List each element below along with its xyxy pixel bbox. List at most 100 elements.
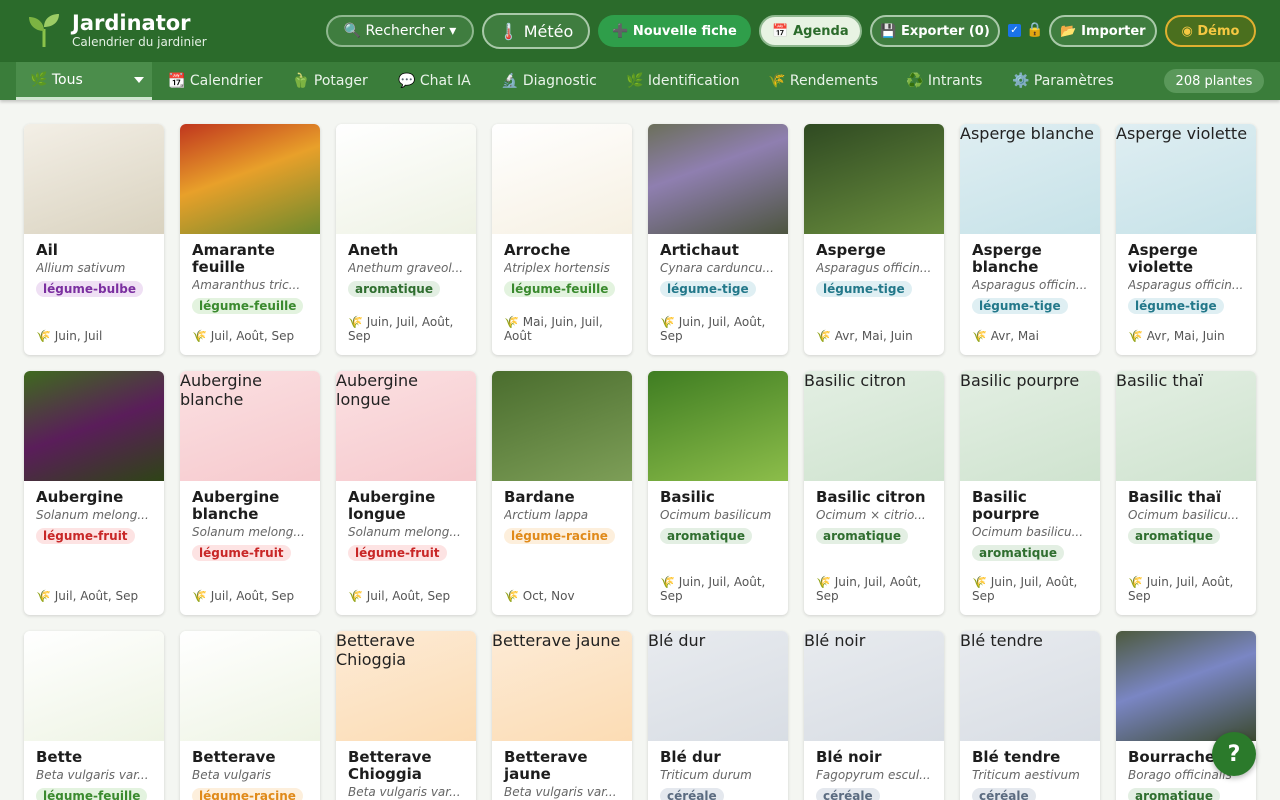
plant-name: Betterave Chioggia [348, 748, 432, 783]
plant-name: Arroche [504, 241, 571, 259]
tab-identification[interactable]: 🌿 Identification [626, 62, 740, 100]
plant-card[interactable]: Aneth Anethum graveol... aromatique 🌾 Juin,… [336, 124, 476, 355]
plant-card[interactable]: Betterave Beta vulgaris légume-racine [180, 631, 320, 800]
tab-diagnostic[interactable]: 🔬 Diagnostic [501, 62, 597, 100]
plant-category-tag: céréale [816, 788, 880, 800]
plant-category-tag: légume-racine [192, 788, 303, 800]
harvest-season: 🌾 Juin, Juil, Août, Sep [816, 575, 922, 603]
plant-image-alt-text: Asperge violette [1116, 124, 1248, 143]
plant-name: Aubergine longue [348, 488, 436, 523]
plant-name: Blé tendre [972, 748, 1061, 766]
plant-latin-name: Ocimum basilicu... [972, 525, 1084, 539]
plant-latin-name: Triticum durum [660, 768, 752, 782]
harvest-season: 🌾 Juil, Août, Sep [348, 589, 451, 603]
seedling-icon [24, 10, 64, 50]
harvest-season: 🌾 Juin, Juil, Août, Sep [972, 575, 1078, 603]
plant-card[interactable]: Basilic citron Basilic citron Ocimum × cit… [804, 371, 944, 615]
search-button[interactable]: 🔍 Rechercher ▾ [326, 15, 474, 47]
plant-card[interactable]: Ail Allium sativum légume-bulbe 🌾 Juin, Jui… [24, 124, 164, 355]
plant-image-alt-text: Asperge blanche [960, 124, 1094, 143]
plant-card[interactable]: Blé noir Blé noir Fagopyrum escul... céréal… [804, 631, 944, 800]
tab-parametres[interactable]: ⚙️ Paramètres [1012, 62, 1114, 100]
plant-latin-name: Beta vulgaris [192, 768, 272, 782]
export-button[interactable]: 💾 Exporter (0) [870, 15, 1000, 47]
plant-image-alt-text: Betterave Chioggia [336, 631, 415, 669]
plant-name: Aubergine blanche [192, 488, 280, 523]
plant-image [492, 124, 632, 234]
plant-category-tag: céréale [660, 788, 724, 800]
demo-button[interactable]: ◉ Démo [1165, 15, 1256, 47]
plant-image-alt-text: Blé noir [804, 631, 866, 650]
harvest-season: 🌾 Avr, Mai, Juin [1128, 329, 1225, 343]
plant-card[interactable]: Blé dur Blé dur Triticum durum céréale [648, 631, 788, 800]
caret-down-icon [134, 77, 144, 83]
harvest-season: 🌾 Juil, Août, Sep [192, 589, 295, 603]
plant-category-tag: aromatique [972, 545, 1064, 561]
harvest-season: 🌾 Juin, Juil, Août, Sep [660, 315, 766, 343]
category-select[interactable]: 🌿 Tous [16, 62, 152, 100]
plant-latin-name: Asparagus officin... [816, 261, 932, 275]
app-title: Jardinator [72, 11, 191, 35]
lock-icon[interactable]: 🔒 [1026, 22, 1043, 38]
weather-button[interactable]: 🌡️ Météo [482, 13, 590, 49]
plant-name: Bardane [504, 488, 575, 506]
plant-card[interactable]: Aubergine blanche Aubergine blanche Solanu… [180, 371, 320, 615]
plant-card[interactable]: Asperge violette Asperge violette Asparagu… [1116, 124, 1256, 355]
harvest-season: 🌾 Juin, Juil [36, 329, 103, 343]
plant-image: Aubergine blanche [180, 371, 320, 481]
plant-category-tag: légume-tige [1128, 298, 1224, 314]
plant-category-tag: aromatique [660, 528, 752, 544]
logo[interactable]: Jardinator Calendrier du jardinier [24, 10, 207, 50]
plant-image [648, 124, 788, 234]
plant-name: Betterave [192, 748, 276, 766]
plant-name: Artichaut [660, 241, 739, 259]
plant-image [180, 631, 320, 741]
plant-card[interactable]: Arroche Atriplex hortensis légume-feuille 🌾… [492, 124, 632, 355]
plant-latin-name: Solanum melong... [192, 525, 305, 539]
plant-card[interactable]: Bette Beta vulgaris var... légume-feuille [24, 631, 164, 800]
plant-image-alt-text: Blé dur [648, 631, 706, 650]
plant-card[interactable]: Aubergine longue Aubergine longue Solanum … [336, 371, 476, 615]
tab-potager[interactable]: 🫑 Potager [292, 62, 368, 100]
main-nav: 🌿 Tous 📆 Calendrier 🫑 Potager 💬 Chat IA … [0, 62, 1280, 100]
import-button[interactable]: 📂 Importer [1049, 15, 1157, 47]
help-button[interactable]: ? [1212, 732, 1256, 776]
export-checkbox[interactable]: ✓ [1008, 24, 1021, 37]
plant-latin-name: Allium sativum [36, 261, 126, 275]
plant-card[interactable]: Basilic Ocimum basilicum aromatique 🌾 Juin,… [648, 371, 788, 615]
plant-card[interactable]: Amarante feuille Amaranthus tric... légume… [180, 124, 320, 355]
plant-category-tag: aromatique [1128, 788, 1220, 800]
plant-card[interactable]: Blé tendre Blé tendre Triticum aestivum cér… [960, 631, 1100, 800]
plant-card[interactable]: Basilic thaï Basilic thaï Ocimum basilicu.… [1116, 371, 1256, 615]
plant-latin-name: Ocimum × citrio... [816, 508, 926, 522]
plant-latin-name: Triticum aestivum [972, 768, 1080, 782]
plant-image-alt-text: Blé tendre [960, 631, 1043, 650]
plant-image [648, 371, 788, 481]
plant-image: Blé tendre [960, 631, 1100, 741]
plant-card[interactable]: Bardane Arctium lappa légume-racine 🌾 Oct, … [492, 371, 632, 615]
plant-category-tag: légume-feuille [504, 281, 616, 297]
plant-card[interactable]: Asperge Asparagus officin... légume-tige 🌾 … [804, 124, 944, 355]
plant-name: Asperge violette [1128, 241, 1198, 276]
plant-card[interactable]: Aubergine Solanum melong... légume-fruit 🌾 … [24, 371, 164, 615]
tab-intrants[interactable]: ♻️ Intrants [906, 62, 982, 100]
plant-card[interactable]: Asperge blanche Asperge blanche Asparagus … [960, 124, 1100, 355]
plant-image: Asperge blanche [960, 124, 1100, 234]
plant-card[interactable]: Basilic pourpre Basilic pourpre Ocimum bas… [960, 371, 1100, 615]
tab-calendrier[interactable]: 📆 Calendrier [168, 62, 263, 100]
plant-category-tag: aromatique [1128, 528, 1220, 544]
plant-latin-name: Cynara carduncu... [660, 261, 774, 275]
plant-category-tag: aromatique [816, 528, 908, 544]
agenda-button[interactable]: 📅 Agenda [759, 15, 862, 47]
plant-latin-name: Solanum melong... [348, 525, 461, 539]
plant-name: Amarante feuille [192, 241, 275, 276]
plant-card[interactable]: Betterave jaune Betterave jaune Beta vulga… [492, 631, 632, 800]
plant-image [24, 371, 164, 481]
plant-latin-name: Ocimum basilicum [660, 508, 772, 522]
tab-chat-ia[interactable]: 💬 Chat IA [398, 62, 471, 100]
plant-latin-name: Beta vulgaris var... [504, 785, 617, 799]
new-sheet-button[interactable]: ➕ Nouvelle fiche [598, 15, 751, 47]
plant-card[interactable]: Betterave Chioggia Betterave Chioggia Beta… [336, 631, 476, 800]
tab-rendements[interactable]: 🌾 Rendements [768, 62, 878, 100]
plant-card[interactable]: Artichaut Cynara carduncu... légume-tige 🌾 … [648, 124, 788, 355]
